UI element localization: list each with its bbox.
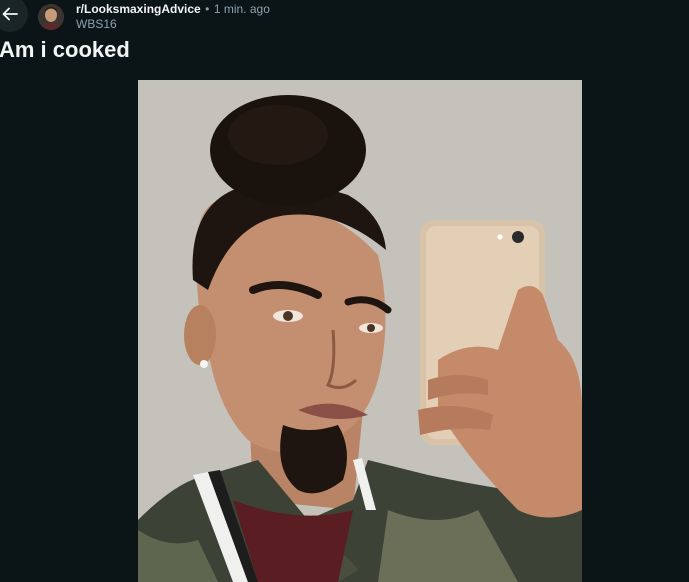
- post-meta: r/LooksmaxingAdvice • 1 min. ago: [76, 1, 270, 17]
- post-author[interactable]: WBS16: [76, 17, 117, 31]
- post-time: 1 min. ago: [213, 2, 270, 16]
- avatar-image: [38, 4, 64, 30]
- post-image[interactable]: [138, 80, 582, 582]
- post-page: r/LooksmaxingAdvice • 1 min. ago WBS16 A…: [0, 0, 689, 582]
- subreddit-avatar[interactable]: [38, 4, 64, 30]
- post-title: Am i cooked: [0, 37, 130, 62]
- arrow-left-icon: [2, 7, 18, 21]
- back-button[interactable]: [0, 0, 28, 32]
- subreddit-link[interactable]: r/LooksmaxingAdvice: [76, 2, 201, 16]
- meta-separator: •: [205, 2, 210, 16]
- selfie-photo: [138, 80, 582, 582]
